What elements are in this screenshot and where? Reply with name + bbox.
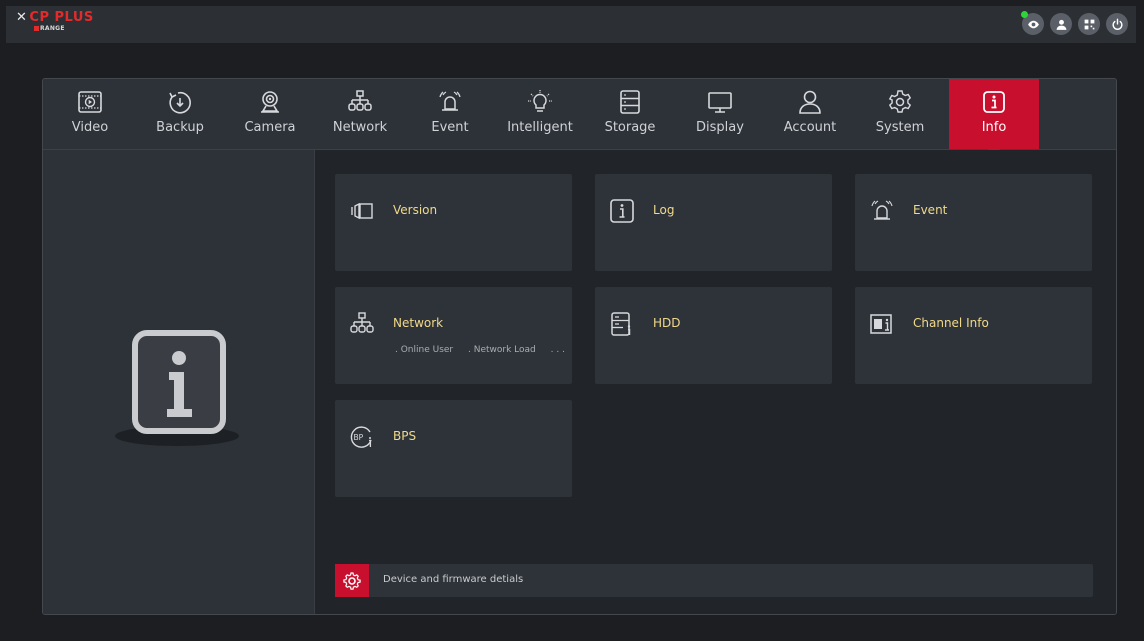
monitor-icon bbox=[708, 92, 732, 113]
device-details-icon bbox=[335, 564, 369, 597]
card-title: Network bbox=[393, 316, 444, 330]
camera-icon bbox=[261, 91, 279, 113]
tab-label: System bbox=[875, 120, 925, 135]
tab-label: Event bbox=[431, 120, 469, 135]
tab-label: Network bbox=[332, 120, 388, 135]
status-dot bbox=[1021, 11, 1028, 18]
device-firmware-label: Device and firmware detials bbox=[383, 574, 524, 585]
card-title: BPS bbox=[393, 429, 417, 443]
tab-label: Account bbox=[783, 120, 837, 135]
tab-event[interactable]: Event bbox=[405, 79, 495, 149]
svg-text:BP: BP bbox=[354, 433, 364, 442]
tab-label: Display bbox=[696, 120, 744, 135]
left-pane bbox=[43, 150, 315, 614]
tab-label: Camera bbox=[244, 120, 296, 135]
card-subitems: . Online User . Network Load . . . bbox=[395, 345, 577, 355]
tab-bar: Video Backup Camera Network Event Intell… bbox=[43, 79, 1116, 150]
log-icon bbox=[610, 199, 634, 223]
tab-display[interactable]: Display bbox=[675, 79, 765, 149]
tab-network[interactable]: Network bbox=[315, 79, 405, 149]
subitem-online-user: . Online User bbox=[395, 345, 454, 355]
tab-account[interactable]: Account bbox=[765, 79, 855, 149]
storage-icon bbox=[620, 90, 640, 114]
channel-info-icon bbox=[870, 314, 892, 334]
video-icon bbox=[78, 91, 102, 113]
logo-mark-icon: ✕ bbox=[16, 10, 28, 25]
tab-label: Storage bbox=[604, 120, 656, 135]
bulb-icon bbox=[528, 90, 552, 112]
tab-system[interactable]: System bbox=[855, 79, 945, 149]
tab-camera[interactable]: Camera bbox=[225, 79, 315, 149]
event-alarm-icon bbox=[871, 200, 893, 220]
qr-icon[interactable] bbox=[1078, 13, 1100, 35]
tab-backup[interactable]: Backup bbox=[135, 79, 225, 149]
main-panel: Video Backup Camera Network Event Intell… bbox=[42, 78, 1117, 615]
eye-icon[interactable] bbox=[1021, 11, 1044, 35]
network-icon bbox=[348, 90, 372, 111]
card-title: Log bbox=[653, 203, 675, 217]
brand-name: CP PLUS bbox=[29, 10, 94, 25]
tab-label: Video bbox=[71, 120, 109, 135]
brand-logo: ✕ CP PLUS RANGE bbox=[16, 10, 94, 32]
tab-label: Intelligent bbox=[507, 120, 573, 135]
version-icon bbox=[351, 202, 373, 220]
bps-icon: BP bbox=[350, 426, 372, 448]
alarm-icon bbox=[439, 91, 461, 111]
card-channel-info[interactable]: Channel Info bbox=[855, 287, 1092, 384]
card-title: Version bbox=[393, 203, 438, 217]
account-icon bbox=[799, 90, 821, 114]
subitem-network-load: . Network Load bbox=[468, 345, 536, 355]
tab-video[interactable]: Video bbox=[45, 79, 135, 149]
info-icon bbox=[983, 91, 1005, 113]
card-title: Channel Info bbox=[913, 316, 989, 330]
subitem-more: . . . bbox=[550, 345, 565, 355]
tab-storage[interactable]: Storage bbox=[585, 79, 675, 149]
brand-sub: RANGE bbox=[40, 25, 65, 32]
hdd-icon bbox=[611, 312, 631, 336]
info-content: Version Log Event Network . Online User … bbox=[315, 150, 1116, 614]
card-network[interactable]: Network . Online User . Network Load . .… bbox=[335, 287, 572, 384]
tab-intelligent[interactable]: Intelligent bbox=[495, 79, 585, 149]
gear-icon bbox=[888, 90, 912, 113]
power-icon[interactable] bbox=[1106, 13, 1128, 35]
card-title: Event bbox=[913, 203, 948, 217]
network-tree-icon bbox=[350, 312, 374, 333]
card-event[interactable]: Event bbox=[855, 174, 1092, 271]
card-log[interactable]: Log bbox=[595, 174, 832, 271]
card-version[interactable]: Version bbox=[335, 174, 572, 271]
backup-icon bbox=[169, 91, 191, 114]
large-info-icon bbox=[115, 330, 239, 446]
card-title: HDD bbox=[653, 316, 681, 330]
device-firmware-bar[interactable]: Device and firmware detials bbox=[335, 564, 1093, 597]
top-bar: ✕ CP PLUS RANGE bbox=[6, 6, 1136, 43]
user-icon[interactable] bbox=[1050, 13, 1072, 35]
card-bps[interactable]: BP BPS bbox=[335, 400, 572, 497]
card-hdd[interactable]: HDD bbox=[595, 287, 832, 384]
tab-label: Info bbox=[981, 120, 1007, 135]
tab-label: Backup bbox=[156, 120, 204, 135]
tab-info[interactable]: Info bbox=[949, 79, 1039, 149]
